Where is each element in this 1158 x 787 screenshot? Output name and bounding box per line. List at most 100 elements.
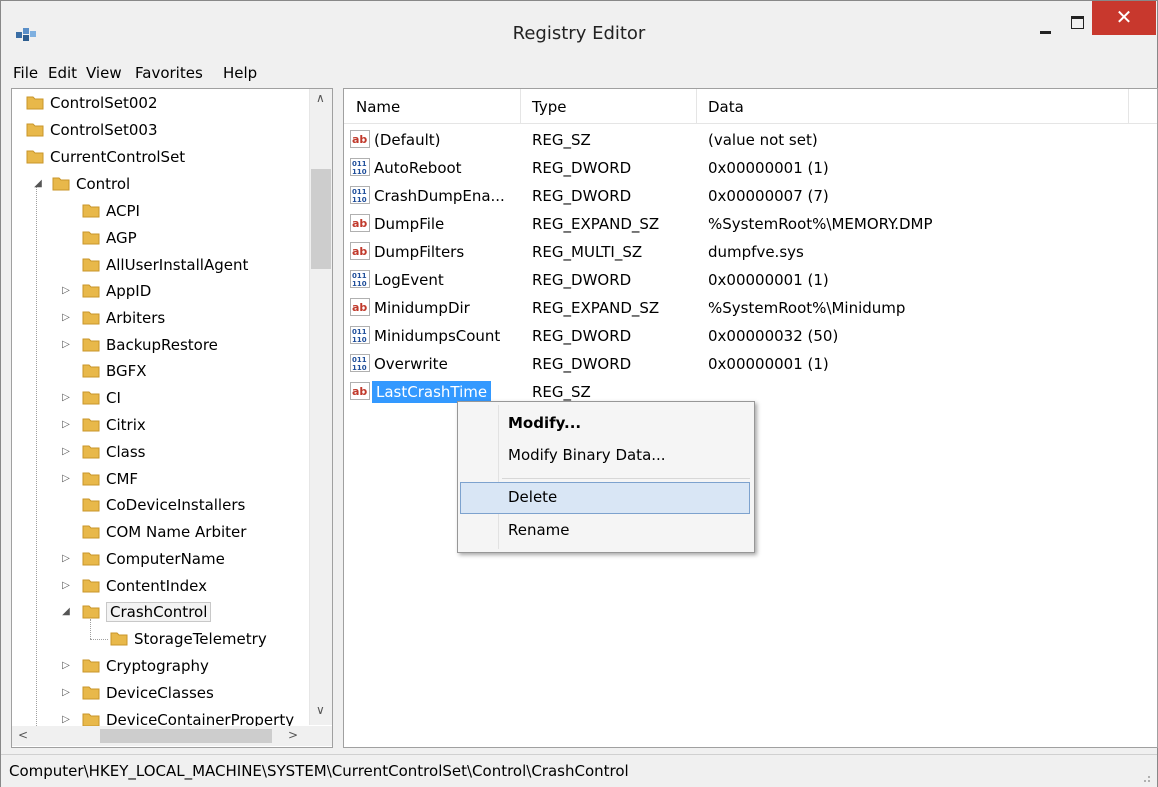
- list-row[interactable]: 011 110 MinidumpsCount REG_DWORD 0x000000…: [344, 322, 1157, 350]
- folder-icon: [82, 498, 100, 511]
- column-header-type[interactable]: Type: [532, 98, 566, 116]
- scroll-down-icon[interactable]: ∨: [316, 703, 325, 717]
- menu-help[interactable]: Help: [223, 64, 257, 82]
- value-name: Overwrite: [374, 355, 448, 373]
- value-type: REG_DWORD: [532, 159, 632, 177]
- expand-arrow-icon[interactable]: ▷: [60, 392, 72, 404]
- list-row[interactable]: 011 110 AutoReboot REG_DWORD 0x00000001 (…: [344, 154, 1157, 182]
- svg-text:011: 011: [352, 328, 367, 336]
- expand-arrow-icon[interactable]: ▷: [60, 312, 72, 324]
- expand-arrow-icon[interactable]: ▷: [60, 446, 72, 458]
- menu-file[interactable]: File: [13, 64, 38, 82]
- tree-node-label: CoDeviceInstallers: [106, 496, 246, 514]
- svg-text:ab: ab: [352, 217, 367, 230]
- tree-node-contentindex[interactable]: ContentIndex: [82, 573, 207, 599]
- tree-node-computername[interactable]: ComputerName: [82, 546, 225, 572]
- close-button[interactable]: ✕: [1092, 1, 1156, 35]
- column-divider[interactable]: [520, 89, 521, 123]
- tree-node-citrix[interactable]: Citrix: [82, 412, 146, 438]
- scroll-right-icon[interactable]: >: [288, 728, 298, 742]
- tree-vertical-scrollbar[interactable]: ∧ ∨: [309, 89, 332, 725]
- tree-node-controlset002[interactable]: ControlSet002: [26, 90, 157, 116]
- folder-icon: [82, 231, 100, 244]
- tree-node-cryptography[interactable]: Cryptography: [82, 653, 209, 679]
- tree-node-bgfx[interactable]: BGFX: [82, 358, 147, 384]
- svg-text:110: 110: [352, 364, 367, 372]
- resize-grip-icon[interactable]: [1139, 771, 1151, 783]
- context-menu-rename[interactable]: Rename: [458, 515, 754, 545]
- folder-icon: [82, 472, 100, 485]
- column-divider[interactable]: [696, 89, 697, 123]
- value-type: REG_DWORD: [532, 355, 632, 373]
- close-icon: ✕: [1115, 5, 1133, 29]
- tree-vertical-scroll-thumb[interactable]: [311, 169, 331, 269]
- tree-horizontal-scroll-thumb[interactable]: [100, 729, 272, 743]
- list-row[interactable]: 011 110 Overwrite REG_DWORD 0x00000001 (1…: [344, 350, 1157, 378]
- expand-arrow-icon[interactable]: ▷: [60, 473, 72, 485]
- list-row[interactable]: ab (Default) REG_SZ (value not set): [344, 126, 1157, 154]
- maximize-button[interactable]: [1063, 11, 1093, 39]
- list-header: Name Type Data: [344, 89, 1157, 124]
- folder-icon: [82, 525, 100, 538]
- tree-node-control[interactable]: Control: [52, 171, 130, 197]
- value-name: CrashDumpEna...: [374, 187, 505, 205]
- context-menu-delete[interactable]: Delete: [458, 482, 754, 512]
- list-row[interactable]: ab DumpFile REG_EXPAND_SZ %SystemRoot%\M…: [344, 210, 1157, 238]
- menu-edit[interactable]: Edit: [48, 64, 77, 82]
- list-row[interactable]: 011 110 LogEvent REG_DWORD 0x00000001 (1): [344, 266, 1157, 294]
- tree-node-label: COM Name Arbiter: [106, 523, 247, 541]
- key-tree-pane[interactable]: ControlSet002 ControlSet003 CurrentContr…: [11, 88, 333, 748]
- tree-horizontal-scrollbar[interactable]: < >: [12, 726, 332, 746]
- expand-arrow-icon[interactable]: ▷: [60, 714, 72, 726]
- tree-node-storagetelemetry[interactable]: StorageTelemetry: [110, 626, 267, 652]
- tree-node-codeviceinstallers[interactable]: CoDeviceInstallers: [82, 492, 245, 518]
- scroll-up-icon[interactable]: ∧: [316, 91, 325, 105]
- tree-node-label: AllUserInstallAgent: [106, 256, 249, 274]
- expand-arrow-icon[interactable]: ▷: [60, 687, 72, 699]
- tree-node-appid[interactable]: AppID: [82, 278, 151, 304]
- svg-text:011: 011: [352, 356, 367, 364]
- folder-icon: [82, 418, 100, 431]
- expand-arrow-icon[interactable]: ▷: [60, 553, 72, 565]
- title-bar[interactable]: Registry Editor ✕: [1, 1, 1157, 59]
- column-header-name[interactable]: Name: [356, 98, 400, 116]
- tree-node-cmf[interactable]: CMF: [82, 466, 138, 492]
- context-menu-modify-binary[interactable]: Modify Binary Data...: [458, 440, 754, 470]
- list-row[interactable]: ab DumpFilters REG_MULTI_SZ dumpfve.sys: [344, 238, 1157, 266]
- tree-node-com-name-arbiter[interactable]: COM Name Arbiter: [82, 519, 246, 545]
- tree-node-acpi[interactable]: ACPI: [82, 198, 140, 224]
- folder-icon: [82, 311, 100, 324]
- expand-arrow-icon[interactable]: ▷: [60, 580, 72, 592]
- tree-node-backuprestore[interactable]: BackupRestore: [82, 332, 218, 358]
- menu-favorites[interactable]: Favorites: [135, 64, 203, 82]
- tree-node-agp[interactable]: AGP: [82, 225, 137, 251]
- tree-node-currentcontrolset[interactable]: CurrentControlSet: [26, 144, 185, 170]
- expand-arrow-icon[interactable]: ▷: [60, 339, 72, 351]
- tree-node-controlset003[interactable]: ControlSet003: [26, 117, 157, 143]
- value-name[interactable]: LastCrashTime: [372, 381, 492, 403]
- collapse-arrow-icon[interactable]: ◢: [60, 606, 72, 618]
- scroll-left-icon[interactable]: <: [18, 728, 28, 742]
- tree-node-label: ControlSet003: [50, 121, 158, 139]
- tree-node-deviceclasses[interactable]: DeviceClasses: [82, 680, 214, 706]
- minimize-button[interactable]: [1031, 11, 1061, 39]
- tree-node-arbiters[interactable]: Arbiters: [82, 305, 165, 331]
- expand-arrow-icon[interactable]: ▷: [60, 660, 72, 672]
- folder-icon: [52, 177, 70, 190]
- menu-view[interactable]: View: [86, 64, 122, 82]
- tree-node-ci[interactable]: CI: [82, 385, 121, 411]
- tree-node-crashcontrol[interactable]: CrashControl: [82, 599, 212, 625]
- list-row[interactable]: 011 110 CrashDumpEna... REG_DWORD 0x00000…: [344, 182, 1157, 210]
- tree-guide: [36, 186, 37, 746]
- value-name: MinidumpDir: [374, 299, 470, 317]
- list-row[interactable]: ab MinidumpDir REG_EXPAND_SZ %SystemRoot…: [344, 294, 1157, 322]
- column-divider[interactable]: [1128, 89, 1129, 123]
- string-value-icon: ab: [350, 242, 370, 260]
- expand-arrow-icon[interactable]: ▷: [60, 419, 72, 431]
- collapse-arrow-icon[interactable]: ◢: [32, 178, 44, 190]
- tree-node-alluserinstallagent[interactable]: AllUserInstallAgent: [82, 252, 248, 278]
- tree-node-class[interactable]: Class: [82, 439, 145, 465]
- expand-arrow-icon[interactable]: ▷: [60, 285, 72, 297]
- context-menu-modify[interactable]: Modify...: [458, 408, 754, 438]
- column-header-data[interactable]: Data: [708, 98, 744, 116]
